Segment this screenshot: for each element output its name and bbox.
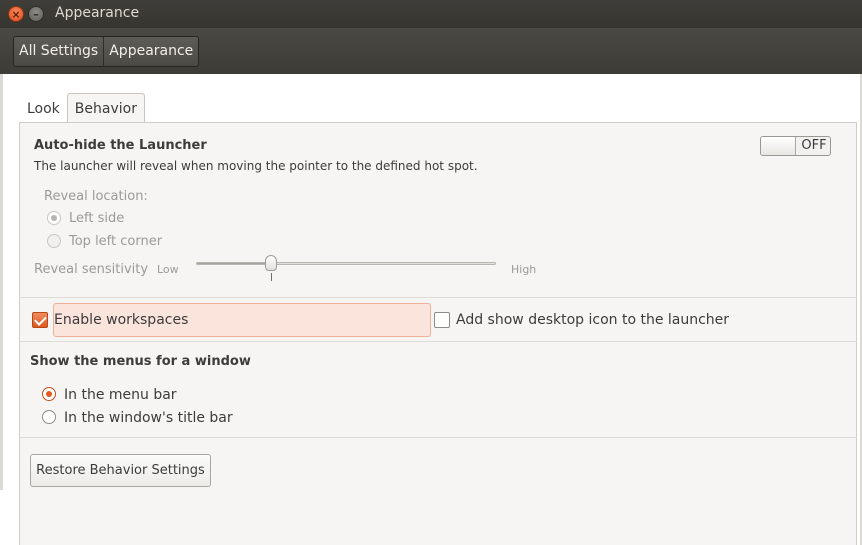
minimize-icon[interactable]: –: [28, 6, 44, 22]
restore-behavior-button[interactable]: Restore Behavior Settings: [30, 454, 211, 487]
radio-left-side[interactable]: [47, 211, 61, 225]
autohide-description: The launcher will reveal when moving the…: [34, 159, 478, 173]
breadcrumb: All Settings Appearance: [13, 36, 200, 67]
radio-top-left-corner[interactable]: [47, 234, 61, 248]
enable-workspaces-label[interactable]: Enable workspaces: [54, 312, 188, 328]
radio-top-left-corner-label: Top left corner: [69, 234, 163, 249]
toggle-state-label: OFF: [801, 138, 827, 153]
toolbar: All Settings Appearance: [0, 28, 862, 75]
close-icon[interactable]: ×: [8, 6, 24, 22]
appearance-window: × – Appearance All Settings Appearance L…: [0, 0, 862, 545]
menus-title: Show the menus for a window: [30, 354, 251, 369]
tab-look[interactable]: Look: [20, 93, 67, 123]
autohide-toggle[interactable]: OFF: [760, 136, 831, 156]
breadcrumb-appearance[interactable]: Appearance: [103, 37, 198, 66]
tab-bar: Look Behavior: [20, 93, 145, 124]
window-left-edge: [0, 74, 3, 490]
reveal-sensitivity-label: Reveal sensitivity: [34, 262, 149, 277]
radio-menu-bar-label[interactable]: In the menu bar: [64, 387, 177, 403]
window-title: Appearance: [55, 5, 140, 21]
toggle-knob[interactable]: [761, 137, 796, 155]
sensitivity-slider-tick: [271, 273, 272, 281]
divider-3: [19, 437, 857, 438]
divider-2: [19, 341, 857, 342]
divider-1: [19, 297, 857, 298]
title-bar: × – Appearance: [0, 0, 862, 28]
sensitivity-low-label: Low: [157, 263, 179, 276]
sensitivity-slider-fill: [197, 263, 272, 264]
desktop-icon-label[interactable]: Add show desktop icon to the launcher: [456, 312, 729, 328]
radio-title-bar-label[interactable]: In the window's title bar: [64, 410, 233, 426]
sensitivity-slider-thumb[interactable]: [265, 255, 277, 271]
autohide-title: Auto-hide the Launcher: [34, 138, 207, 153]
enable-workspaces-checkbox[interactable]: [32, 312, 48, 328]
breadcrumb-all-settings[interactable]: All Settings: [14, 37, 103, 66]
radio-menu-bar[interactable]: [42, 387, 56, 401]
sensitivity-slider-track[interactable]: [196, 262, 496, 265]
reveal-location-label: Reveal location:: [44, 189, 148, 204]
radio-left-side-label: Left side: [69, 211, 125, 226]
sensitivity-high-label: High: [511, 263, 537, 276]
tab-behavior[interactable]: Behavior: [66, 93, 145, 124]
radio-title-bar[interactable]: [42, 410, 56, 424]
desktop-icon-checkbox[interactable]: [434, 312, 450, 328]
